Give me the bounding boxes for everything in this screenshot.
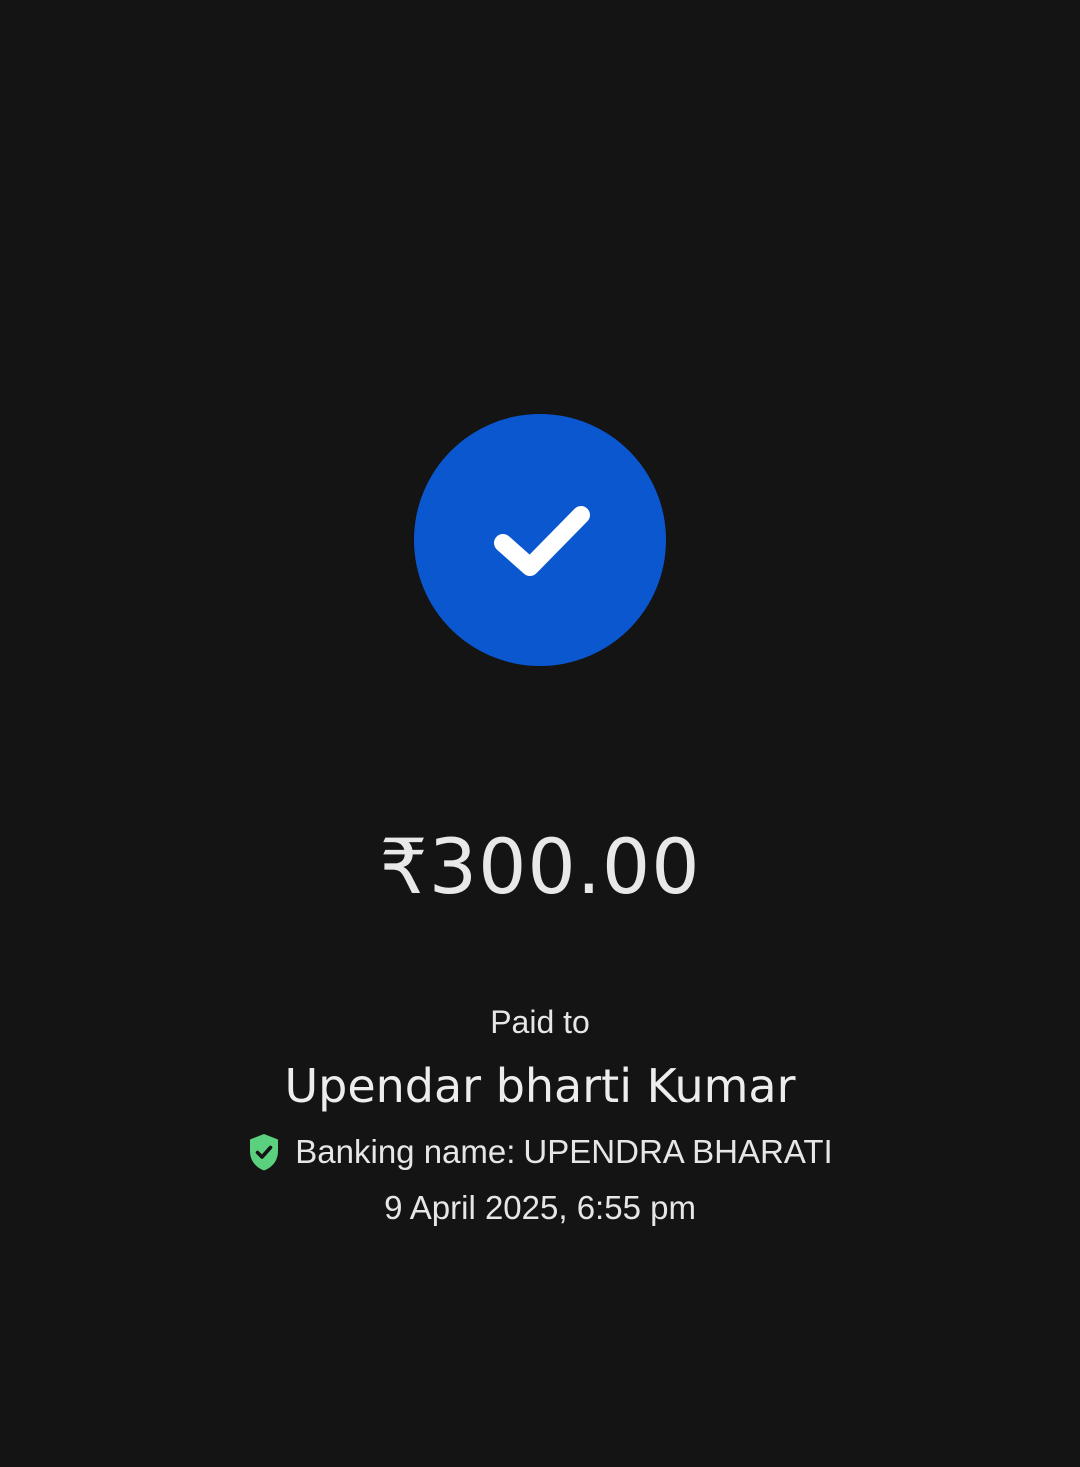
payment-success-badge bbox=[414, 414, 666, 666]
banking-name-value: UPENDRA BHARATI bbox=[523, 1133, 833, 1170]
payment-datetime: 9 April 2025, 6:55 pm bbox=[384, 1189, 696, 1226]
banking-name-label: Banking name: bbox=[295, 1133, 516, 1170]
banking-name-text: Banking name: UPENDRA BHARATI bbox=[295, 1130, 832, 1174]
payment-amount: ₹300.00 bbox=[379, 822, 701, 911]
paid-to-label: Paid to bbox=[490, 1004, 590, 1040]
verified-shield-icon bbox=[250, 1134, 279, 1171]
check-icon bbox=[494, 506, 590, 576]
payee-name: Upendar bharti Kumar bbox=[284, 1059, 796, 1113]
banking-name-row: Banking name: UPENDRA BHARATI bbox=[0, 1130, 1080, 1174]
